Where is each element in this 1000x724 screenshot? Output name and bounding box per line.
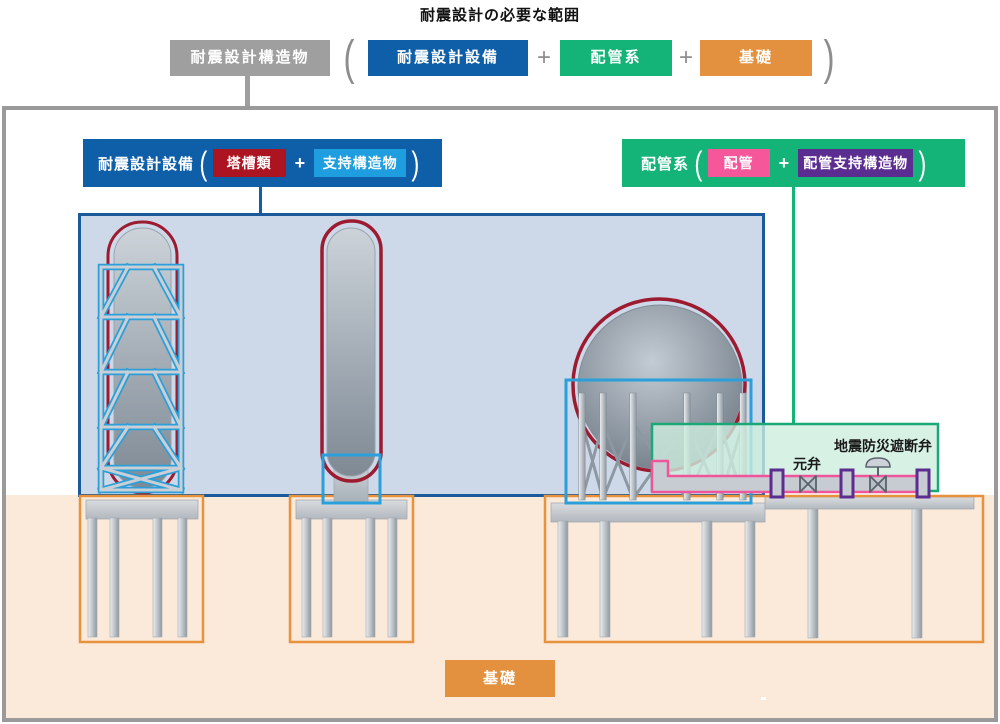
top-foundation-box: 基礎 — [700, 40, 812, 76]
top-equipment-box: 耐震設計設備 — [368, 40, 528, 76]
connector-blue — [259, 187, 262, 214]
seismic-design-zone — [78, 213, 765, 497]
plus-sign: + — [676, 45, 696, 71]
equipment-banner: 耐震設計設備 ( 塔槽類 + 支持構造物 ) — [83, 139, 442, 187]
pipe-support-chip: 配管支持構造物 — [798, 149, 913, 177]
open-paren: ( — [199, 144, 207, 183]
connector-gray — [245, 76, 250, 107]
equipment-banner-label: 耐震設計設備 — [98, 153, 194, 174]
diagram-title: 耐震設計の必要な範囲 — [0, 4, 1000, 25]
shutoff-valve-label: 地震防災遮断弁 — [829, 436, 937, 456]
pipe-chip: 配管 — [708, 149, 770, 177]
main-valve-label: 元弁 — [780, 454, 834, 474]
piping-banner: 配管系 ( 配管 + 配管支持構造物 ) — [622, 139, 965, 187]
plus-sign: + — [779, 153, 790, 174]
top-piping-box: 配管系 — [560, 40, 672, 76]
connector-green — [792, 187, 795, 425]
vessels-chip: 塔槽類 — [213, 149, 286, 177]
piping-banner-label: 配管系 — [641, 153, 689, 174]
close-paren: ) — [820, 32, 839, 82]
plus-sign: + — [534, 45, 554, 71]
close-paren: ) — [412, 144, 420, 183]
top-result-box: 耐震設計構造物 — [170, 40, 330, 76]
plus-sign: + — [295, 153, 306, 174]
foundation-box: 基礎 — [445, 660, 555, 697]
open-paren: ( — [340, 32, 359, 82]
support-structure-chip: 支持構造物 — [314, 149, 406, 177]
close-paren: ) — [919, 144, 927, 183]
open-paren: ( — [694, 144, 702, 183]
